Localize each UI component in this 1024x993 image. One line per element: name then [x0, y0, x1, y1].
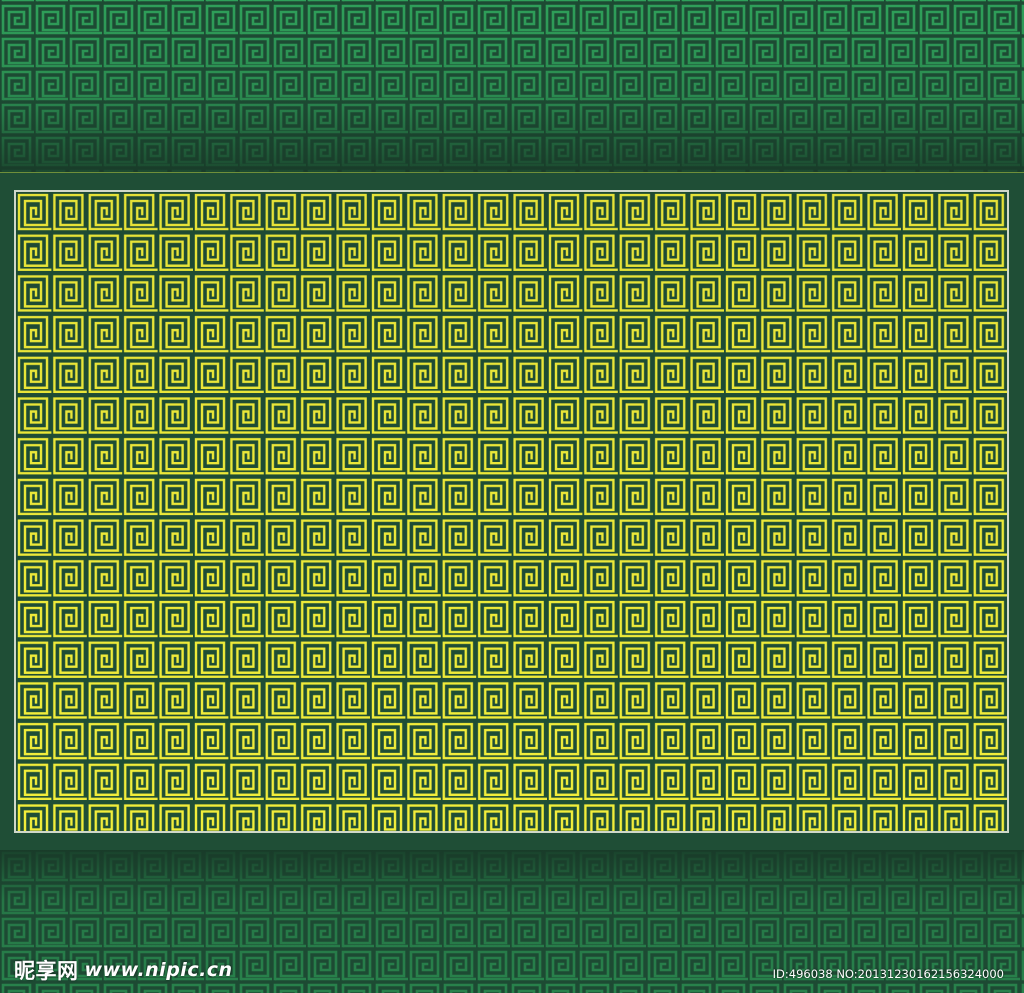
image-id-label: ID:496038 NO:20131230162156324000	[772, 967, 1004, 981]
pattern-canvas: 昵享网 www.nipic.cn ID:496038 NO:2013123016…	[0, 0, 1024, 993]
watermark-brand: 昵享网	[14, 959, 79, 983]
watermark-url: www.nipic.cn	[84, 959, 233, 981]
top-pattern-band	[0, 0, 1024, 172]
top-band-pattern	[0, 0, 1024, 172]
main-panel-pattern	[14, 190, 1009, 833]
watermark: 昵享网 www.nipic.cn	[14, 955, 233, 985]
bottom-pattern-band: 昵享网 www.nipic.cn ID:496038 NO:2013123016…	[0, 850, 1024, 993]
main-pattern-panel	[0, 172, 1024, 850]
